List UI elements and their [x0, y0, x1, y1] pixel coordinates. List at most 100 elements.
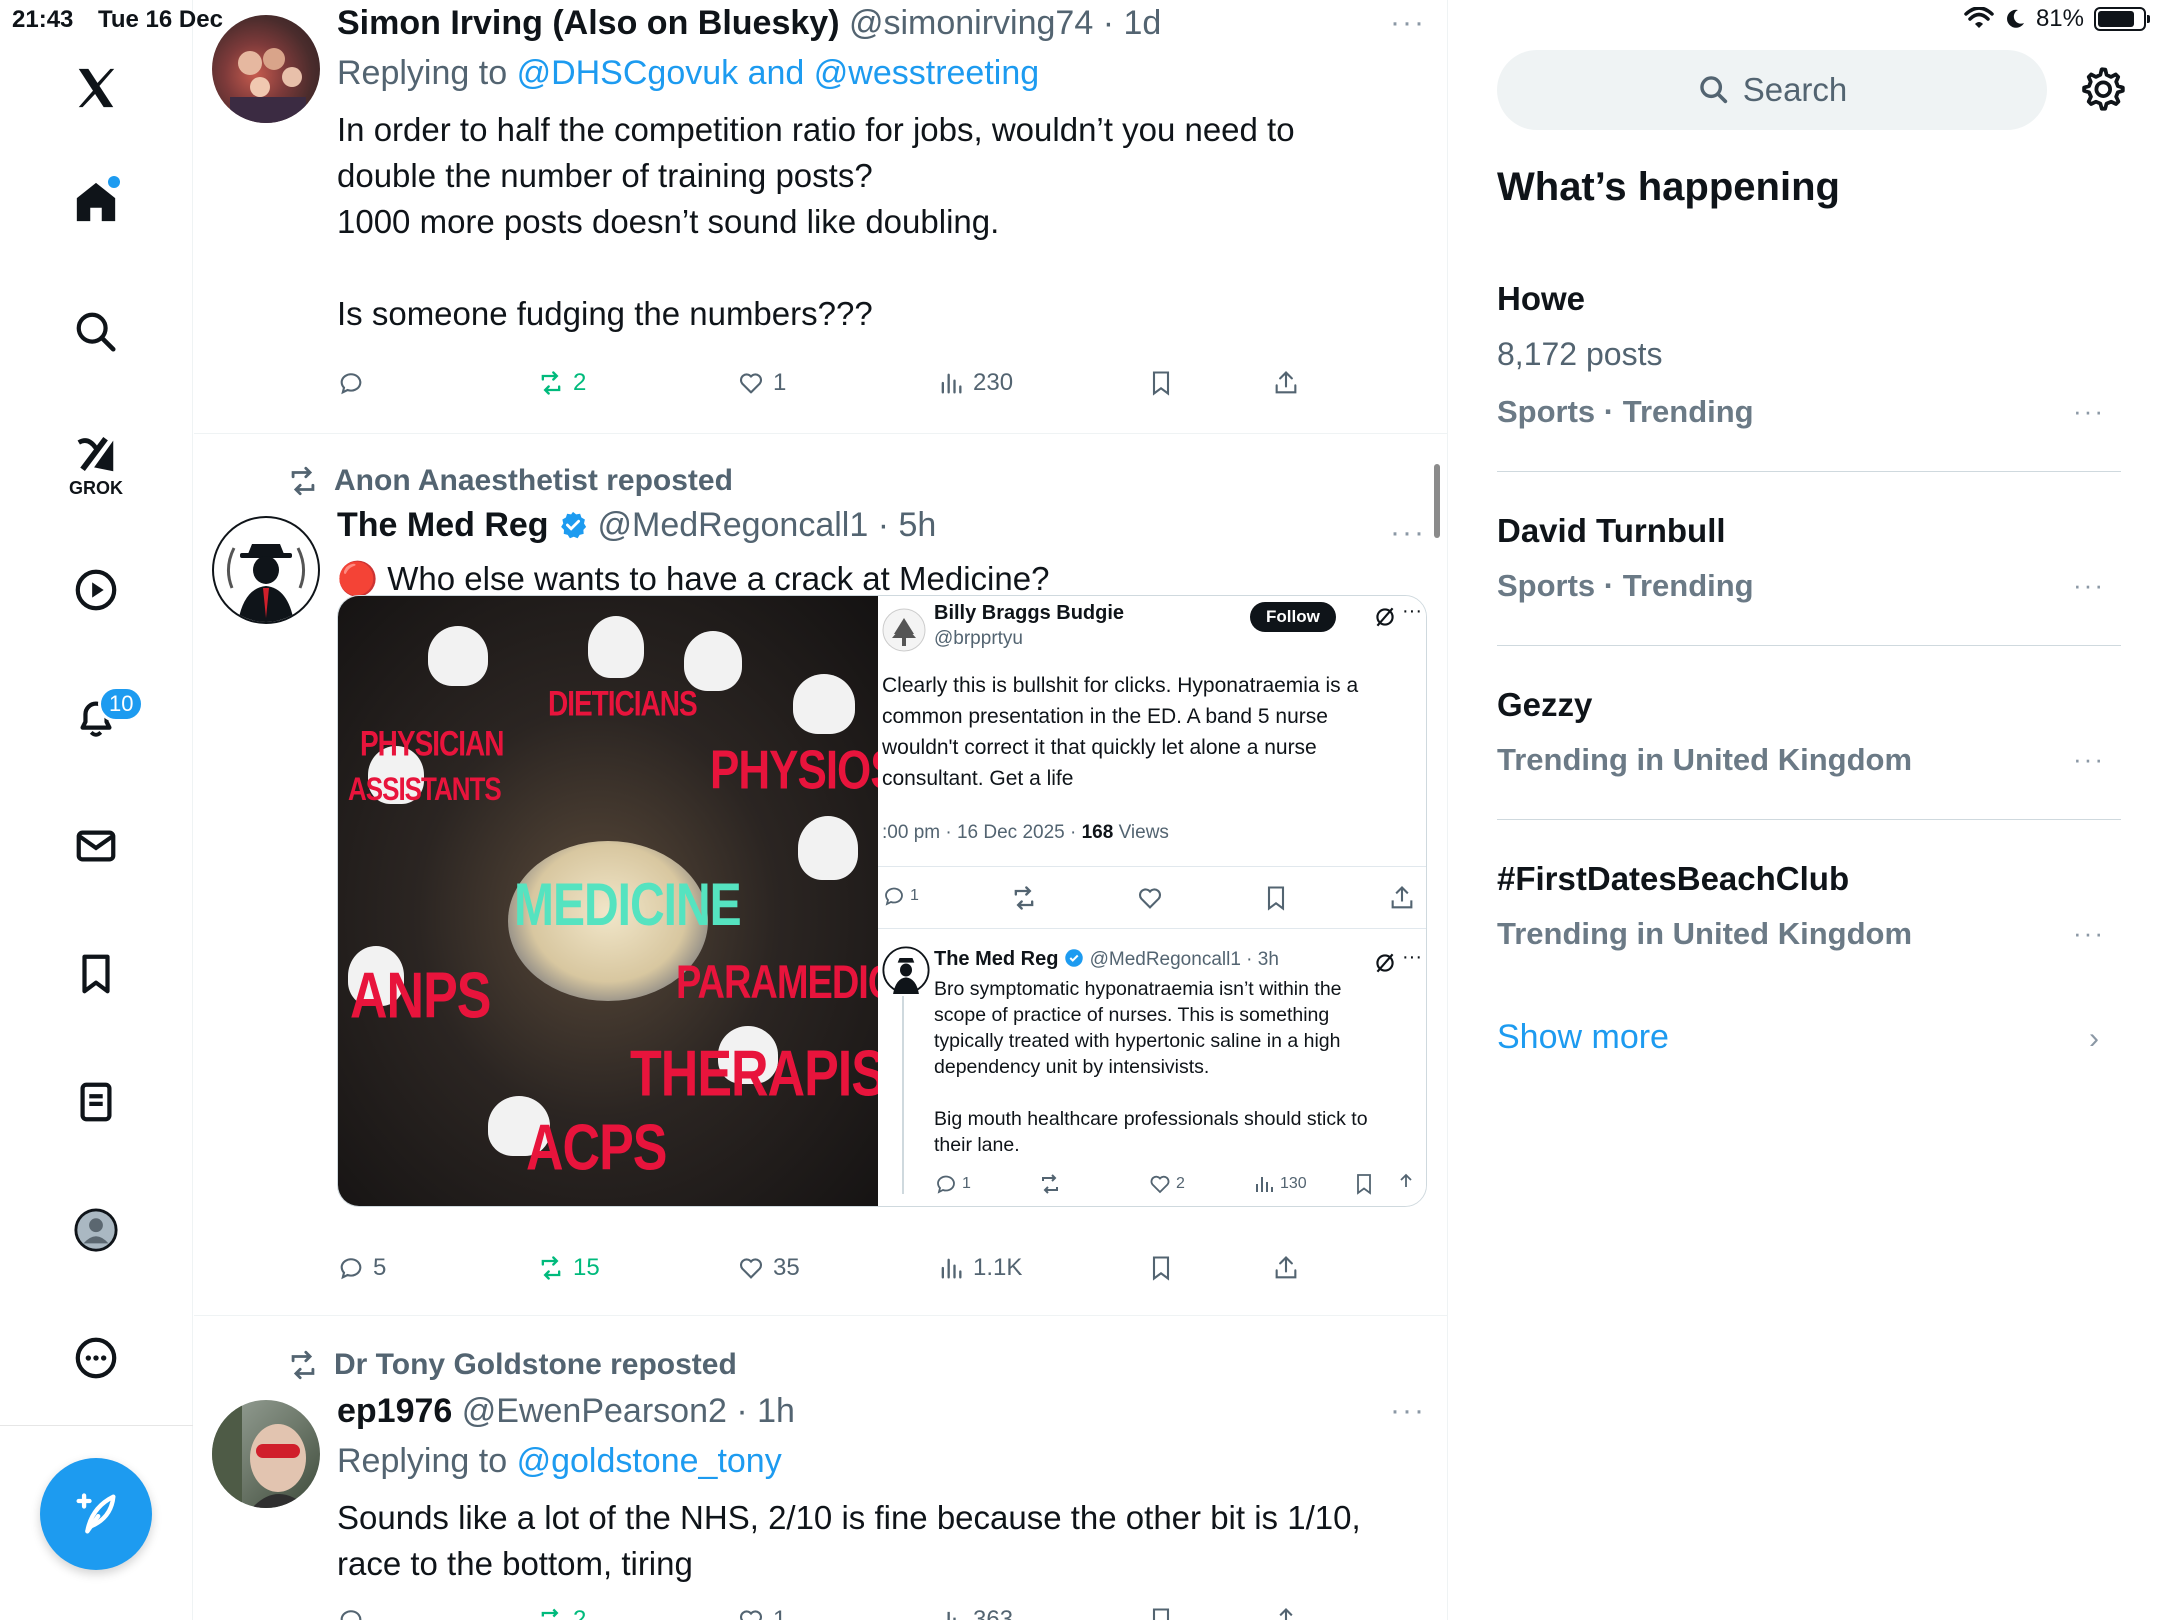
share-button[interactable]: [1272, 363, 1300, 403]
views-button[interactable]: 1.1K: [937, 1248, 1022, 1288]
like-icon: [739, 1258, 763, 1279]
mail-icon[interactable]: [66, 816, 126, 876]
medreg-avatar-icon: [882, 946, 930, 994]
quoted-reply-reply: 1: [934, 1172, 971, 1196]
tweet-header: The Med Reg @MedRegoncall1 · 5h: [337, 506, 936, 545]
like-count: 1: [773, 1606, 787, 1620]
like-button[interactable]: 1: [737, 363, 786, 403]
like-button[interactable]: 1: [737, 1600, 786, 1620]
trend-meta: Trending in United Kingdom: [1497, 742, 1913, 777]
tweet-actions: 2 1 363: [337, 1600, 1357, 1620]
views-button[interactable]: 363: [937, 1600, 1013, 1620]
trend-item[interactable]: Gezzy Trending in United Kingdom ···: [1497, 646, 2121, 820]
quoted-line: wouldn't correct it that quickly let alo…: [882, 736, 1317, 759]
tweet-time[interactable]: · 1h: [736, 1392, 795, 1430]
chefs-image[interactable]: DIETICIANS PHYSICIAN ASSISTANTS PHYSIOS …: [338, 596, 950, 1206]
lists-icon[interactable]: [66, 1072, 126, 1132]
reply-button[interactable]: 5: [337, 1248, 386, 1288]
views-button[interactable]: 230: [937, 363, 1013, 403]
quoted-reply-views-count: 130: [1280, 1175, 1307, 1192]
bookmark-button[interactable]: [1147, 363, 1175, 403]
avatar[interactable]: [212, 1400, 320, 1508]
chef-hat: [684, 631, 742, 691]
views-icon: [941, 1258, 962, 1279]
search-icon[interactable]: [66, 302, 126, 362]
author-name[interactable]: ep1976: [337, 1392, 452, 1430]
reposted-by[interactable]: Dr Tony Goldstone reposted: [334, 1348, 737, 1382]
quoted-reply-header: The Med Reg @MedRegoncall1 · 3h: [934, 948, 1279, 971]
replying-to-link[interactable]: @goldstone_tony: [517, 1442, 782, 1480]
repost-button[interactable]: 2: [537, 1600, 586, 1620]
search-input[interactable]: Search: [1497, 50, 2047, 130]
chef-hat: [428, 626, 488, 686]
timeline: Simon Irving (Also on Bluesky) @simonirv…: [194, 0, 1448, 1620]
compose-button[interactable]: [40, 1458, 152, 1570]
trend-posts: 8,172 posts: [1497, 336, 1663, 372]
repost-context: Dr Tony Goldstone reposted: [286, 1348, 737, 1382]
bookmark-icon[interactable]: [66, 944, 126, 1004]
like-button[interactable]: 35: [737, 1248, 800, 1288]
like-count: 35: [773, 1254, 800, 1281]
views-icon: [941, 1611, 956, 1620]
image-word: ACPS: [526, 1111, 667, 1185]
trend-more-button[interactable]: ···: [2073, 918, 2105, 949]
more-icon[interactable]: [66, 1328, 126, 1388]
left-nav: GROK 10: [0, 0, 193, 1620]
quoted-reply-name: The Med Reg: [934, 948, 1059, 970]
compose-icon: [76, 1493, 116, 1534]
trend-more-button[interactable]: ···: [2073, 570, 2105, 601]
reposted-by[interactable]: Anon Anaesthetist reposted: [334, 464, 733, 498]
screenshot-image[interactable]: Billy Braggs Budgie @brpprtyu Follow ···…: [878, 596, 1426, 1206]
share-button[interactable]: [1272, 1600, 1300, 1620]
tweet-media[interactable]: DIETICIANS PHYSICIAN ASSISTANTS PHYSIOS …: [337, 595, 1427, 1207]
share-button[interactable]: [1272, 1248, 1300, 1288]
tweet-text-line: In order to half the competition ratio f…: [337, 111, 1295, 148]
tweet-3[interactable]: Dr Tony Goldstone reposted ep1976 @EwenP…: [194, 1316, 1447, 1620]
trend-more-button[interactable]: ···: [2073, 396, 2105, 427]
reply-button[interactable]: [337, 1600, 373, 1620]
views-count: 230: [973, 369, 1014, 396]
author-handle[interactable]: @EwenPearson2: [462, 1392, 727, 1430]
trend-more-button[interactable]: ···: [2073, 744, 2105, 775]
profile-icon[interactable]: [66, 1200, 126, 1260]
chef-hat: [588, 616, 644, 678]
trend-item[interactable]: Howe 8,172 posts Sports · Trending ···: [1497, 270, 2121, 472]
reply-button[interactable]: [337, 363, 373, 403]
gear-icon[interactable]: [2077, 64, 2127, 114]
timeline-scrollbar[interactable]: [1434, 464, 1440, 538]
trend-meta: Trending in United Kingdom: [1497, 916, 1913, 951]
show-more-link[interactable]: Show more: [1497, 1018, 1669, 1057]
views-count: 363: [973, 1606, 1014, 1620]
follow-button: Follow: [1250, 602, 1336, 632]
thread-line: [902, 996, 904, 1194]
replying-to: Replying to @goldstone_tony: [337, 1442, 782, 1481]
tweet-more-button[interactable]: ···: [1390, 516, 1426, 550]
like-icon: [739, 1610, 763, 1620]
tweet-1[interactable]: Simon Irving (Also on Bluesky) @simonirv…: [194, 0, 1447, 434]
repost-button[interactable]: 15: [537, 1248, 600, 1288]
quoted-meta: :00 pm · 16 Dec 2025 · 168 Views: [882, 822, 1169, 844]
bookmark-button[interactable]: [1147, 1248, 1175, 1288]
battery-icon: [2094, 7, 2150, 31]
avatar[interactable]: [212, 516, 320, 624]
video-icon[interactable]: [66, 560, 126, 620]
tweet-more-button[interactable]: ···: [1390, 1394, 1426, 1428]
status-date: Tue 16 Dec: [98, 6, 223, 33]
tweet-time[interactable]: · 5h: [878, 506, 937, 544]
bookmark-button[interactable]: [1147, 1600, 1175, 1620]
repost-button[interactable]: 2: [537, 363, 586, 403]
tweet-text-line: race to the bottom, tiring: [337, 1545, 693, 1582]
replying-to-link[interactable]: @DHSCgovuk and @wesstreeting: [517, 54, 1040, 92]
author-handle[interactable]: @MedRegoncall1: [597, 506, 868, 544]
image-word: ASSISTANTS: [348, 770, 502, 808]
views-icon: [1256, 1177, 1273, 1192]
reply-count: 5: [373, 1254, 387, 1281]
grok-icon[interactable]: [66, 424, 126, 484]
trend-item[interactable]: David Turnbull Sports · Trending ···: [1497, 472, 2121, 646]
tweet-2[interactable]: Anon Anaesthetist reposted The Med Reg @…: [194, 434, 1447, 1316]
trend-item[interactable]: #FirstDatesBeachClub Trending in United …: [1497, 820, 2121, 994]
quoted-more-icon: ···: [1402, 946, 1422, 968]
share-icon: [1279, 1608, 1293, 1620]
x-logo-icon[interactable]: [66, 58, 126, 118]
author-name[interactable]: The Med Reg: [337, 506, 549, 544]
